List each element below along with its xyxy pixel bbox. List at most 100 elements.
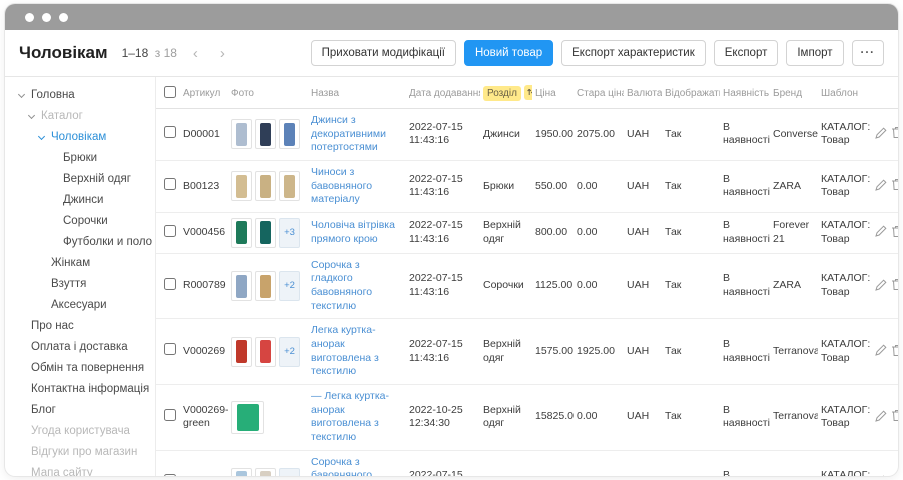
product-name-link[interactable]: Легка куртка-анорак виготовлена з тексти…: [311, 324, 379, 377]
product-photo[interactable]: [231, 337, 252, 367]
sort-icon[interactable]: [524, 85, 532, 100]
column-header-actions: [870, 77, 898, 109]
more-photos-badge[interactable]: +2: [279, 337, 300, 367]
edit-icon[interactable]: [873, 178, 889, 195]
product-price: 700.00: [532, 450, 574, 476]
product-name-link[interactable]: Сорочка з бавовняного матеріалу притален…: [311, 456, 399, 476]
window-maximize-dot[interactable]: [59, 13, 68, 22]
sidebar-item-vzuttia[interactable]: Взуття: [5, 274, 155, 295]
product-name-link[interactable]: — Легка куртка-анорак виготовлена з текс…: [311, 390, 389, 443]
product-name-link[interactable]: Чиноси з бавовняного матеріалу: [311, 166, 372, 205]
edit-icon[interactable]: [873, 224, 889, 241]
edit-icon[interactable]: [873, 343, 889, 360]
column-header-photo[interactable]: Фото: [228, 77, 308, 109]
sidebar-item-dzhynsy[interactable]: Джинси: [5, 190, 155, 211]
sidebar-item-briuky[interactable]: Брюки: [5, 148, 155, 169]
column-header-name[interactable]: Назва: [308, 77, 406, 109]
product-photo[interactable]: [231, 401, 264, 434]
select-all-checkbox[interactable]: [164, 86, 176, 98]
row-checkbox[interactable]: [164, 225, 176, 237]
sidebar-item-holovna[interactable]: Головна: [5, 85, 155, 106]
product-currency: UAH: [624, 450, 662, 476]
column-header-old-price[interactable]: Стара ціна: [574, 77, 624, 109]
import-button[interactable]: Імпорт: [786, 40, 843, 66]
sidebar-item-cholovikam[interactable]: Чоловікам: [5, 127, 155, 148]
delete-icon[interactable]: [889, 408, 898, 426]
hide-modifications-button[interactable]: Приховати модифікації: [311, 40, 456, 66]
row-checkbox[interactable]: [164, 126, 176, 138]
sidebar-item-bloh[interactable]: Блог: [5, 400, 155, 421]
window-minimize-dot[interactable]: [42, 13, 51, 22]
sidebar-item-zhinkam[interactable]: Жінкам: [5, 253, 155, 274]
delete-icon[interactable]: [889, 343, 898, 361]
sidebar-item-oplata[interactable]: Оплата і доставка: [5, 337, 155, 358]
column-header-template[interactable]: Шаблон: [818, 77, 870, 109]
column-header-date[interactable]: Дата додавання: [406, 77, 480, 109]
row-checkbox[interactable]: [164, 343, 176, 355]
product-brand: Terranova: [770, 384, 818, 450]
product-photo[interactable]: [279, 119, 300, 149]
sidebar-item-vidhuky[interactable]: Відгуки про магазин: [5, 442, 155, 463]
product-photo[interactable]: [255, 337, 276, 367]
prev-page-button[interactable]: ‹: [187, 44, 204, 63]
sidebar-item-futbolky[interactable]: Футболки и поло: [5, 232, 155, 253]
edit-icon[interactable]: [873, 278, 889, 295]
delete-icon[interactable]: [889, 474, 898, 476]
column-header-stock[interactable]: Наявність: [720, 77, 770, 109]
product-name-link[interactable]: Джинси з декоративними потертостями: [311, 114, 386, 153]
product-template: КАТАЛОГ: Товар: [818, 253, 870, 319]
edit-icon[interactable]: [873, 474, 889, 476]
product-photo[interactable]: [231, 218, 252, 248]
delete-icon[interactable]: [889, 177, 898, 195]
window-close-dot[interactable]: [25, 13, 34, 22]
products-table-area: Артикул Фото Назва Дата додавання Розділ…: [155, 77, 898, 476]
export-characteristics-button[interactable]: Експорт характеристик: [561, 40, 706, 66]
product-currency: UAH: [624, 109, 662, 161]
sidebar-item-kontaktna[interactable]: Контактна інформація: [5, 379, 155, 400]
more-photos-badge[interactable]: +2: [279, 468, 300, 476]
product-photo[interactable]: [231, 468, 252, 476]
product-stock: В наявності: [720, 450, 770, 476]
sidebar-item-verkhnii-odiah[interactable]: Верхній одяг: [5, 169, 155, 190]
sidebar-item-mapa-saitu[interactable]: Мапа сайту: [5, 463, 155, 476]
edit-icon[interactable]: [873, 126, 889, 143]
delete-icon[interactable]: [889, 277, 898, 295]
delete-icon[interactable]: [889, 224, 898, 242]
edit-icon[interactable]: [873, 409, 889, 426]
sidebar-item-pro-nas[interactable]: Про нас: [5, 316, 155, 337]
column-header-brand[interactable]: Бренд: [770, 77, 818, 109]
product-photo[interactable]: [231, 171, 252, 201]
sidebar-item-uhoda[interactable]: Угода користувача: [5, 421, 155, 442]
more-photos-badge[interactable]: +3: [279, 218, 300, 248]
delete-icon[interactable]: [889, 125, 898, 143]
column-header-sku[interactable]: Артикул: [180, 77, 228, 109]
product-photo[interactable]: [231, 119, 252, 149]
chevron-down-icon: [28, 111, 35, 118]
row-checkbox[interactable]: [164, 178, 176, 190]
product-photo[interactable]: [255, 218, 276, 248]
row-checkbox[interactable]: [164, 409, 176, 421]
product-name-link[interactable]: Чоловіча вітрівка прямого крою: [311, 219, 395, 245]
row-checkbox[interactable]: [164, 474, 176, 476]
product-photo[interactable]: [255, 119, 276, 149]
new-product-button[interactable]: Новий товар: [464, 40, 553, 66]
sidebar-item-kataloh[interactable]: Каталог: [5, 106, 155, 127]
column-header-currency[interactable]: Валюта: [624, 77, 662, 109]
row-checkbox[interactable]: [164, 278, 176, 290]
column-header-price[interactable]: Ціна: [532, 77, 574, 109]
product-name-link[interactable]: Сорочка з гладкого бавовняного текстилю: [311, 259, 372, 312]
product-photo[interactable]: [255, 468, 276, 476]
sidebar-item-aksesuary[interactable]: Аксесуари: [5, 295, 155, 316]
more-photos-badge[interactable]: +2: [279, 271, 300, 301]
products-table: Артикул Фото Назва Дата додавання Розділ…: [156, 77, 898, 476]
next-page-button[interactable]: ›: [214, 44, 231, 63]
product-photo[interactable]: [255, 171, 276, 201]
sidebar-item-obmin[interactable]: Обмін та повернення: [5, 358, 155, 379]
column-header-visible[interactable]: Відображати: [662, 77, 720, 109]
product-photo[interactable]: [231, 271, 252, 301]
more-actions-button[interactable]: ···: [852, 40, 885, 66]
sidebar-item-sorochky[interactable]: Сорочки: [5, 211, 155, 232]
product-photo[interactable]: [255, 271, 276, 301]
export-button[interactable]: Експорт: [714, 40, 779, 66]
product-photo[interactable]: [279, 171, 300, 201]
